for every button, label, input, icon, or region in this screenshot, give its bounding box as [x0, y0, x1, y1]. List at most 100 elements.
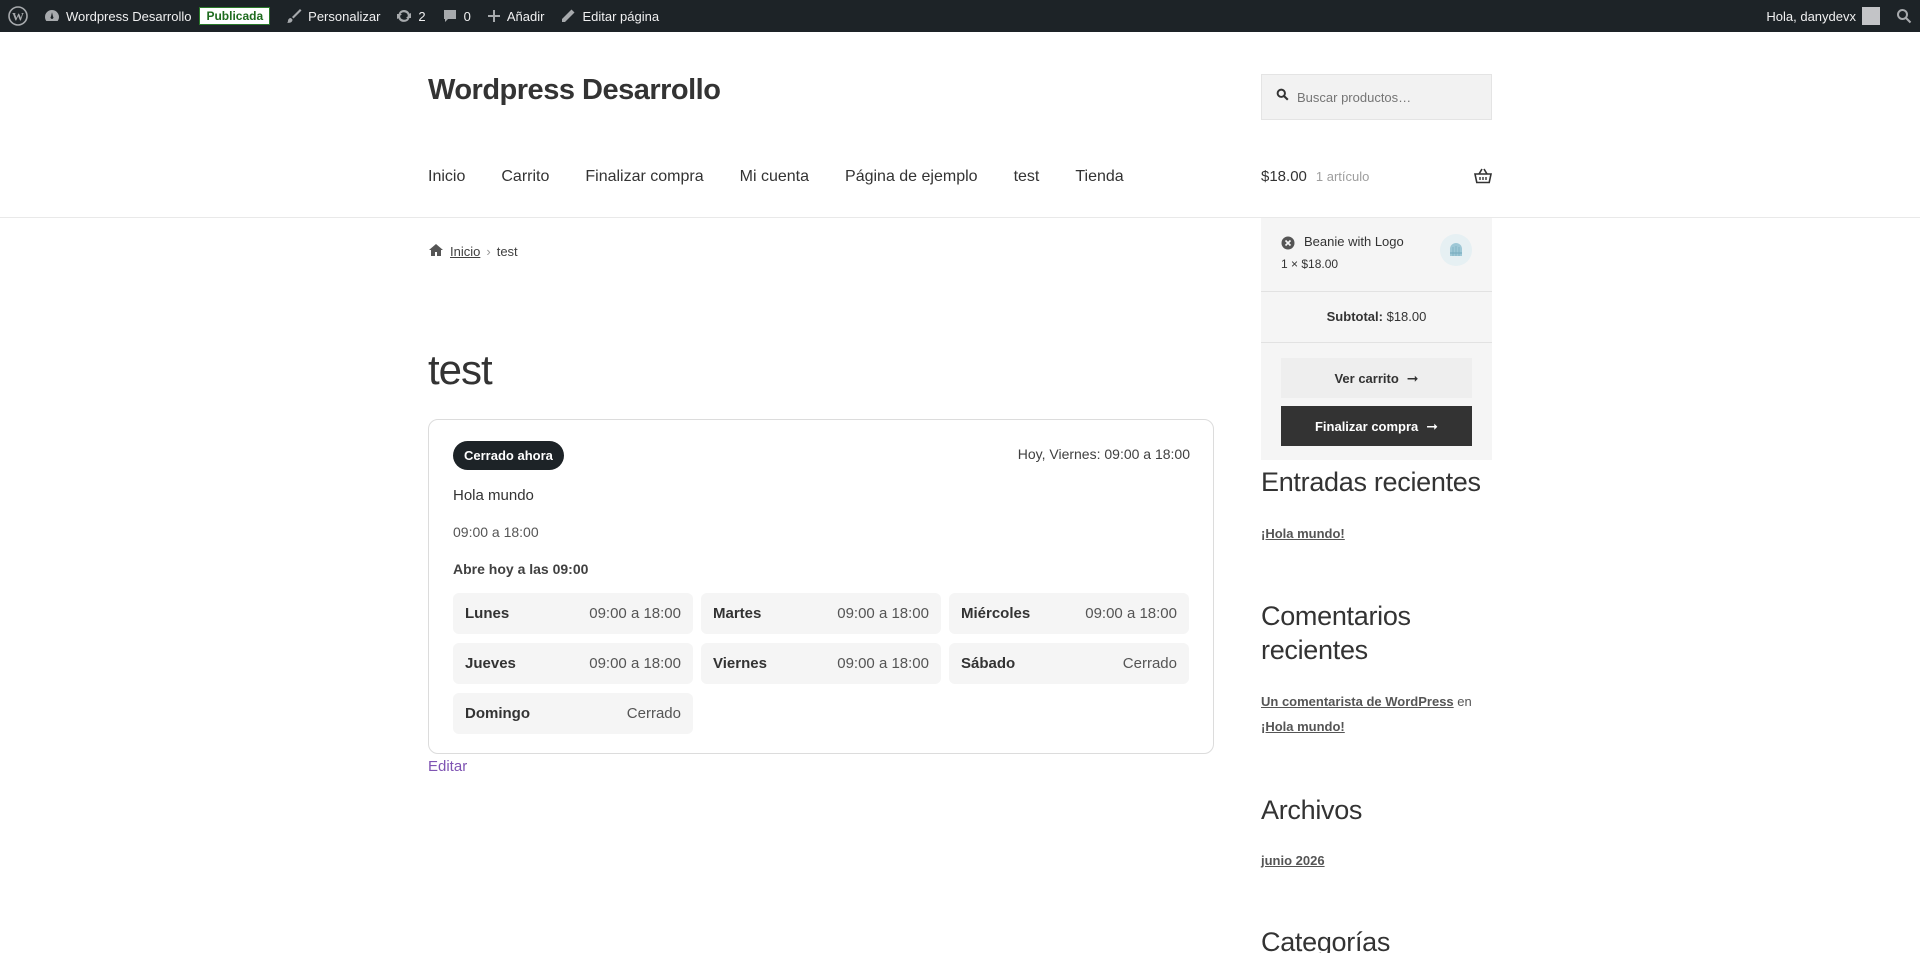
day-name: Martes [713, 605, 762, 622]
day-row-miercoles: Miércoles 09:00 a 18:00 [949, 593, 1189, 634]
updates-count: 2 [418, 8, 426, 24]
day-name: Viernes [713, 655, 767, 672]
admin-search-icon[interactable] [1888, 0, 1920, 32]
nav-item-carrito[interactable]: Carrito [501, 168, 549, 186]
recent-comments-title: Comentarios recientes [1261, 601, 1411, 665]
updates-icon [396, 8, 412, 24]
view-cart-button[interactable]: Ver carrito ➞ [1281, 358, 1472, 398]
wordpress-logo-icon[interactable]: W [0, 0, 36, 32]
day-hours: Cerrado [626, 705, 681, 722]
day-name: Miércoles [961, 605, 1031, 622]
comment-icon [442, 8, 458, 24]
edit-page-label: Editar página [582, 8, 660, 24]
weekly-hours-grid: Lunes 09:00 a 18:00 Martes 09:00 a 18:00 M… [453, 593, 1191, 734]
day-row-domingo: Domingo Cerrado [453, 693, 693, 734]
view-cart-label: Ver carrito [1334, 370, 1399, 386]
add-new-label: Añadir [506, 8, 545, 24]
day-hours: 09:00 a 18:00 [837, 655, 929, 672]
location-hours: 09:00 a 18:00 [453, 524, 539, 540]
comments-count: 0 [463, 8, 471, 24]
checkout-label: Finalizar compra [1314, 418, 1419, 434]
recent-comment: Un comentarista de WordPress en [1261, 694, 1472, 709]
breadcrumb-home-link[interactable]: Inicio [450, 244, 480, 259]
add-new-button[interactable]: Añadir [479, 0, 553, 32]
site-title[interactable]: Wordpress Desarrollo [428, 74, 721, 107]
admin-bar: W Wordpress Desarrollo Publicada Persona… [0, 0, 1920, 32]
product-thumbnail[interactable] [1440, 234, 1472, 266]
day-hours: Cerrado [1122, 655, 1177, 672]
day-hours: 09:00 a 18:00 [1085, 605, 1177, 622]
nav-item-pagina-de-ejemplo[interactable]: Página de ejemplo [845, 168, 978, 186]
breadcrumb: Inicio › test [428, 243, 518, 260]
plus-icon [487, 9, 501, 23]
day-row-jueves: Jueves 09:00 a 18:00 [453, 643, 693, 684]
comment-on-label: en [1457, 694, 1472, 709]
admin-site-name: Wordpress Desarrollo [66, 8, 192, 24]
subtotal-label: Subtotal: [1326, 309, 1383, 324]
day-hours: 09:00 a 18:00 [589, 605, 681, 622]
mini-cart-divider [1261, 291, 1492, 292]
nav-item-inicio[interactable]: Inicio [428, 168, 465, 186]
updates-button[interactable]: 2 [388, 0, 433, 32]
today-hours: Hoy, Viernes: 09:00 a 18:00 [1017, 446, 1190, 462]
mini-cart: Beanie with Logo 1 × $18.00 Subtotal: $1… [1261, 218, 1492, 460]
breadcrumb-separator: › [486, 244, 491, 259]
nav-item-test[interactable]: test [1014, 168, 1040, 186]
svg-text:W: W [12, 10, 24, 24]
greeting: Hola, danydevx [1766, 8, 1856, 24]
pencil-icon [560, 8, 576, 24]
comment-author-link[interactable]: Un comentarista de WordPress [1261, 694, 1454, 709]
admin-site-menu[interactable]: Wordpress Desarrollo Publicada [36, 0, 278, 32]
customize-button[interactable]: Personalizar [278, 0, 388, 32]
avatar [1862, 7, 1880, 25]
admin-bar-right: Hola, danydevx [1758, 0, 1920, 32]
recent-posts-title: Entradas recientes [1261, 467, 1481, 497]
arrow-right-icon: ➞ [1426, 417, 1439, 434]
cart-total: $18.00 [1261, 168, 1307, 185]
header-divider [0, 217, 1920, 218]
customize-label: Personalizar [308, 8, 381, 24]
edit-page-button[interactable]: Editar página [552, 0, 667, 32]
day-name: Domingo [465, 705, 530, 722]
comments-button[interactable]: 0 [434, 0, 479, 32]
arrow-right-icon: ➞ [1406, 369, 1419, 386]
day-row-viernes: Viernes 09:00 a 18:00 [701, 643, 941, 684]
status-badge: Publicada [199, 7, 271, 25]
brush-icon [286, 8, 302, 24]
edit-link[interactable]: Editar [428, 758, 467, 775]
mini-cart-subtotal: Subtotal: $18.00 [1261, 309, 1492, 324]
subtotal-value: $18.00 [1386, 309, 1427, 324]
header-cart[interactable]: $18.00 1 artículo [1261, 168, 1492, 185]
remove-item-icon[interactable] [1281, 236, 1295, 253]
archives-title: Archivos [1261, 795, 1363, 825]
nav-item-mi-cuenta[interactable]: Mi cuenta [740, 168, 809, 186]
search-input[interactable] [1297, 89, 1487, 105]
day-name: Sábado [961, 655, 1016, 672]
search-icon [1276, 88, 1289, 106]
day-hours: 09:00 a 18:00 [837, 605, 929, 622]
primary-nav: Inicio Carrito Finalizar compra Mi cuent… [428, 168, 1160, 186]
cart-count: 1 artículo [1315, 169, 1370, 184]
status-pill: Cerrado ahora [453, 441, 564, 470]
nav-item-tienda[interactable]: Tienda [1075, 168, 1123, 186]
recent-post-link[interactable]: ¡Hola mundo! [1261, 526, 1345, 541]
basket-icon [1474, 168, 1492, 188]
breadcrumb-current: test [496, 244, 518, 259]
nav-item-finalizar-compra[interactable]: Finalizar compra [585, 168, 703, 186]
mini-cart-product-link[interactable]: Beanie with Logo [1304, 234, 1404, 249]
day-name: Jueves [465, 655, 516, 672]
location-name: Hola mundo [453, 487, 534, 504]
dashboard-icon [44, 8, 60, 24]
mini-cart-quantity: 1 × $18.00 [1281, 257, 1339, 271]
day-row-sabado: Sábado Cerrado [949, 643, 1189, 684]
home-icon [428, 243, 444, 260]
categories-title: Categorías [1261, 927, 1391, 953]
checkout-button[interactable]: Finalizar compra ➞ [1281, 406, 1472, 446]
day-row-martes: Martes 09:00 a 18:00 [701, 593, 941, 634]
day-name: Lunes [465, 605, 510, 622]
comment-post-link[interactable]: ¡Hola mundo! [1261, 719, 1345, 734]
account-menu[interactable]: Hola, danydevx [1758, 0, 1888, 32]
archive-link[interactable]: junio 2026 [1261, 853, 1325, 868]
opening-hours-card: Cerrado ahora Hoy, Viernes: 09:00 a 18:0… [428, 419, 1214, 754]
product-search [1261, 74, 1492, 120]
